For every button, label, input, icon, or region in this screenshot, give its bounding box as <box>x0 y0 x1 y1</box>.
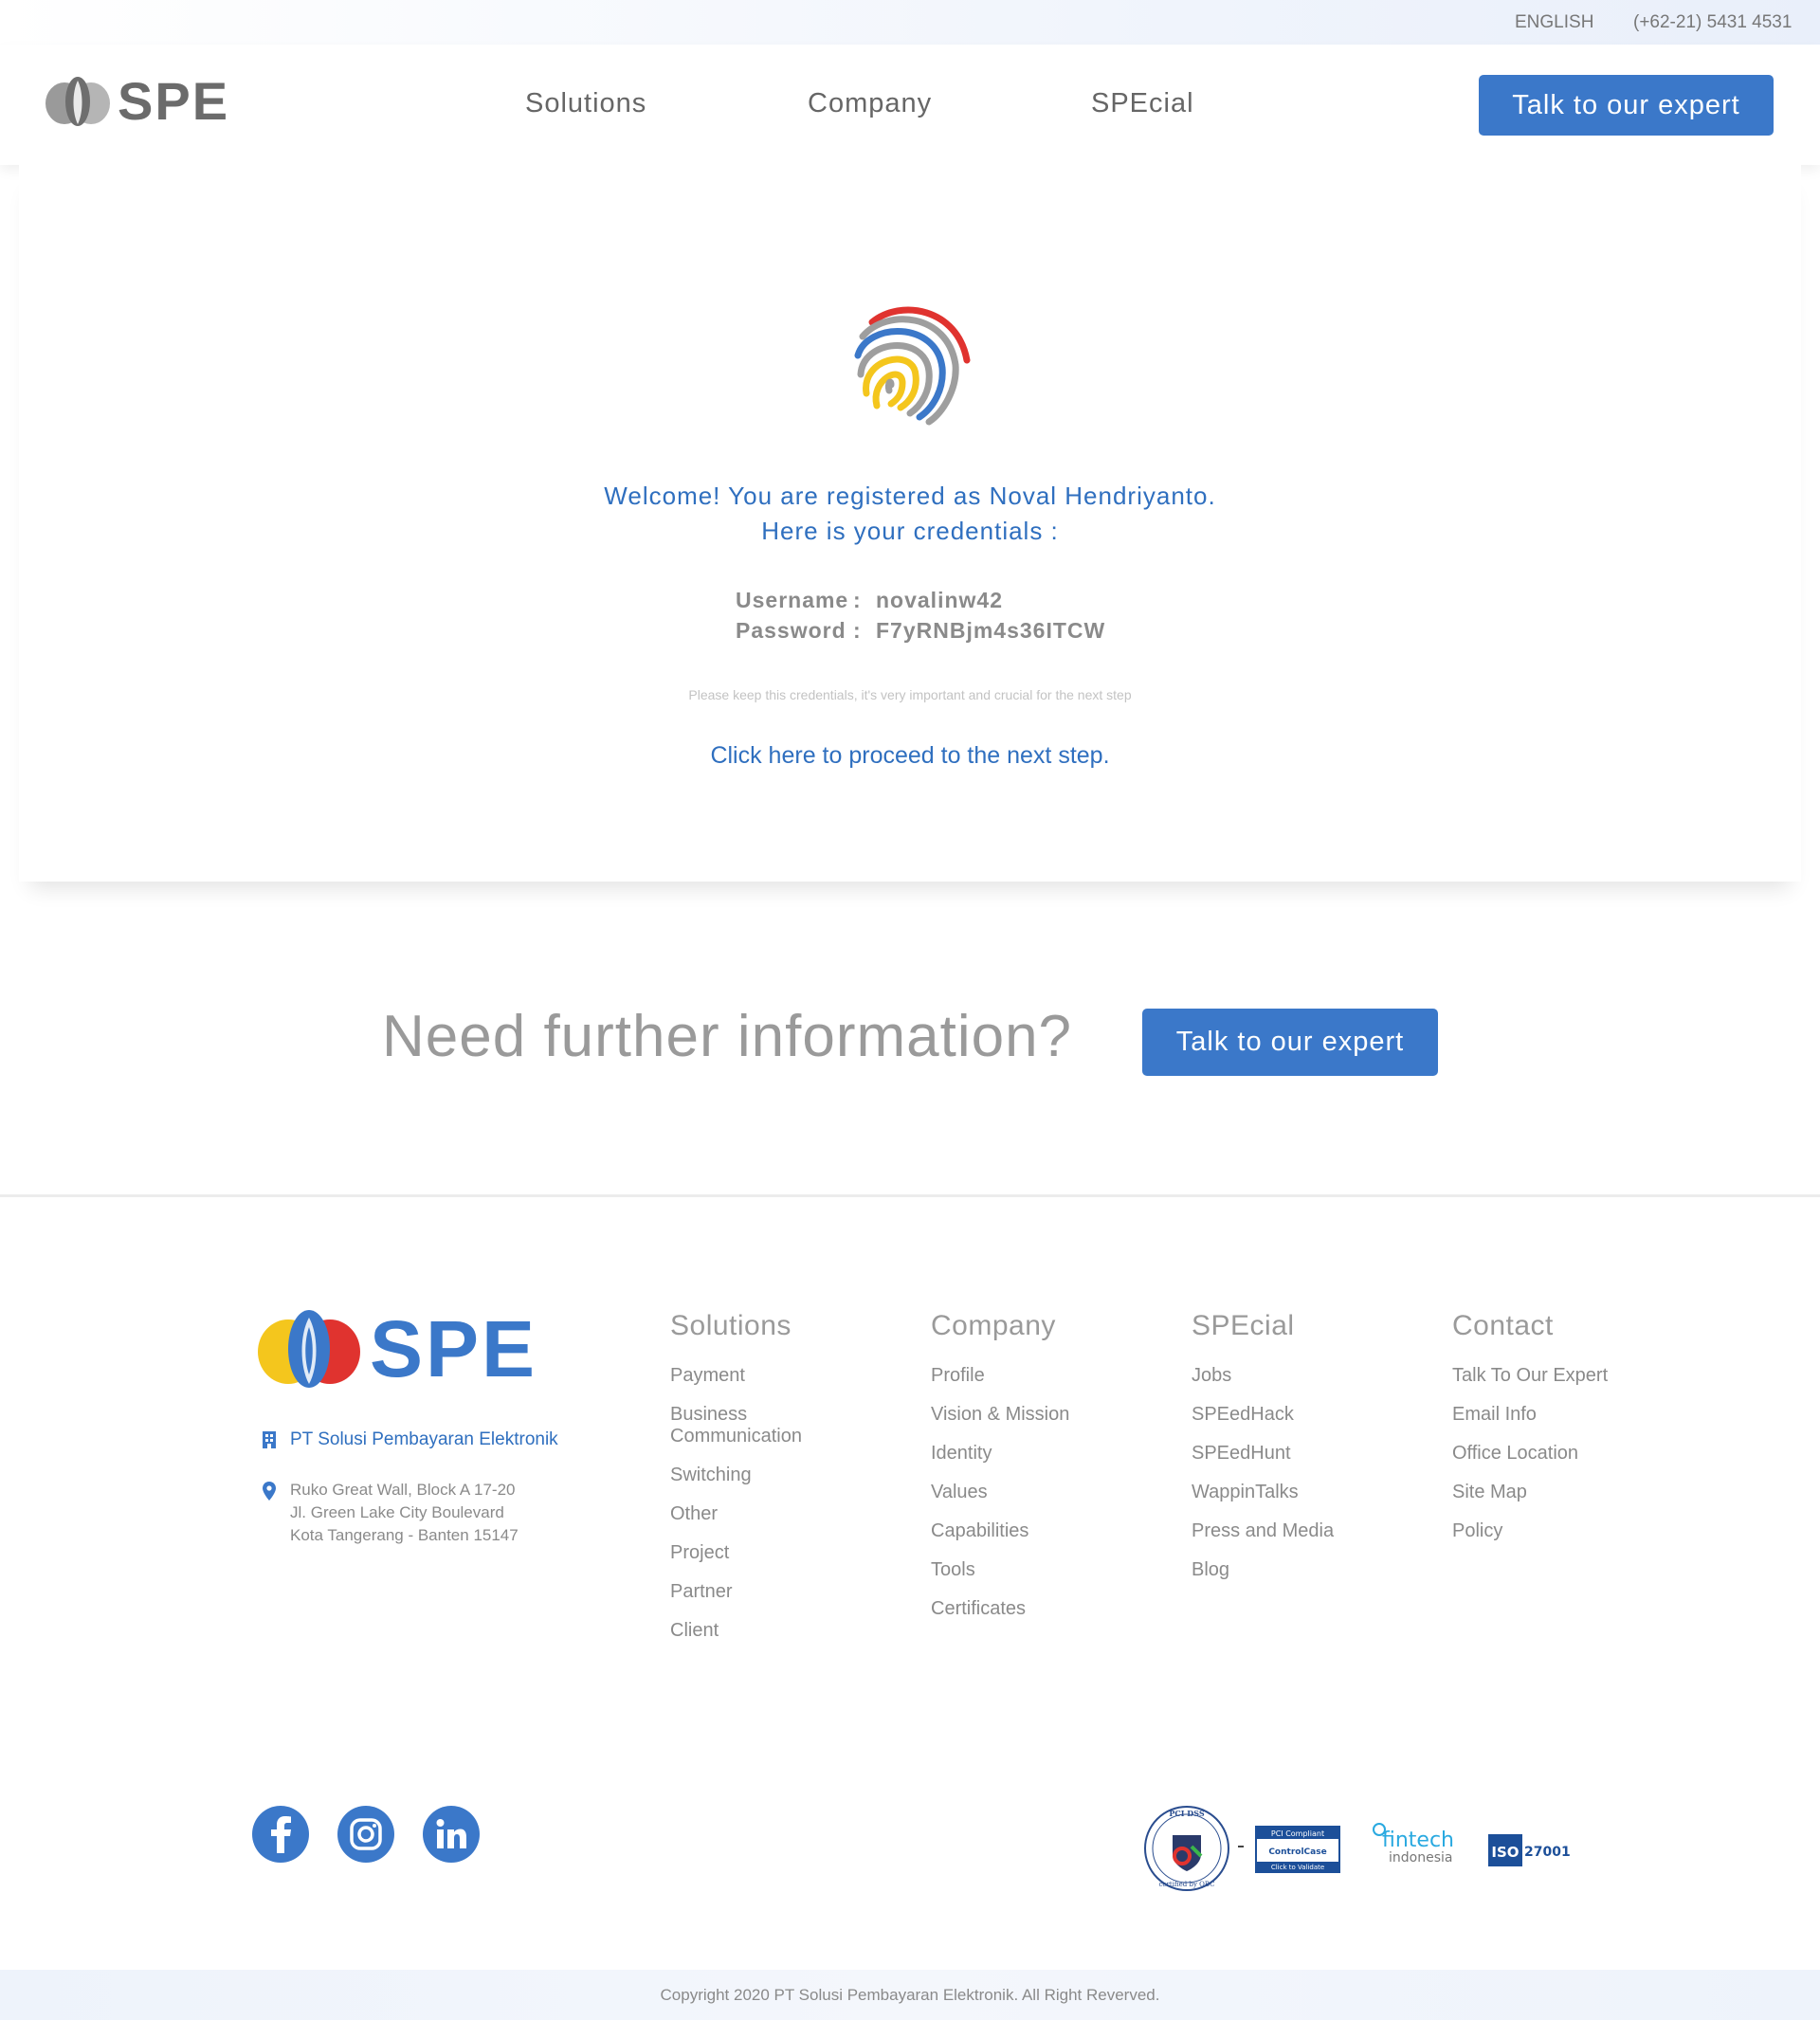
controlcase-badge[interactable]: PCI Compliant ControlCase Click to Valid… <box>1255 1826 1340 1873</box>
company-name-row: PT Solusi Pembayaran Elektronik <box>262 1429 558 1450</box>
footer-link-values[interactable]: Values <box>931 1482 1168 1503</box>
iso-27001-badge[interactable]: ISO 27001 <box>1488 1834 1571 1866</box>
credentials-heading: Here is your credentials : <box>761 517 1059 545</box>
iso-number: 27001 <box>1524 1845 1571 1860</box>
fintech-label: fintech <box>1382 1829 1454 1852</box>
footer-link-speedhunt[interactable]: SPEedHunt <box>1192 1443 1429 1465</box>
footer-link-identity[interactable]: Identity <box>931 1443 1168 1465</box>
fintech-indonesia-badge[interactable]: fintech indonesia <box>1373 1823 1454 1865</box>
fingerprint-icon <box>854 306 971 426</box>
header: SPE Solutions Company SPEcial Talk to ou… <box>0 45 1820 165</box>
footer-col-company: Company Profile Vision & Mission Identit… <box>931 1310 1168 1637</box>
username-label: Username <box>736 588 849 612</box>
footer-divider <box>0 1194 1820 1197</box>
pci-dss-label: PCI DSS <box>1169 1809 1204 1818</box>
footer-col-title: SPEcial <box>1192 1310 1295 1341</box>
cta-talk-to-expert-button[interactable]: Talk to our expert <box>1142 1009 1438 1076</box>
controlcase-bottom: Click to Validate <box>1271 1864 1324 1871</box>
footer-link-press-media[interactable]: Press and Media <box>1192 1520 1429 1542</box>
location-pin-icon <box>263 1482 276 1501</box>
footer-col-solutions: Solutions Payment Business Communication… <box>670 1310 907 1659</box>
footer-col-title: Solutions <box>670 1310 792 1341</box>
footer-link-jobs[interactable]: Jobs <box>1192 1365 1429 1387</box>
footer-link-project[interactable]: Project <box>670 1542 907 1564</box>
footer-link-vision-mission[interactable]: Vision & Mission <box>931 1404 1168 1426</box>
footer-link-tools[interactable]: Tools <box>931 1559 1168 1581</box>
copyright-bar: Copyright 2020 PT Solusi Pembayaran Elek… <box>0 1970 1820 2020</box>
facebook-icon[interactable] <box>252 1806 309 1863</box>
fintech-sub-label: indonesia <box>1389 1850 1452 1865</box>
footer-link-speedhack[interactable]: SPEedHack <box>1192 1404 1429 1426</box>
spe-logo-icon <box>46 77 110 126</box>
phone-number[interactable]: (+62-21) 5431 4531 <box>1633 12 1792 33</box>
address-line: Jl. Green Lake City Boulevard <box>290 1503 504 1521</box>
address-line: Ruko Great Wall, Block A 17-20 <box>290 1481 516 1499</box>
footer-link-payment[interactable]: Payment <box>670 1365 907 1387</box>
pci-dss-badge[interactable]: PCI DSS certified by QBC <box>1144 1806 1229 1891</box>
footer-link-business-communication[interactable]: Business Communication <box>670 1404 822 1447</box>
linkedin-glyph <box>436 1819 466 1848</box>
footer-link-certificates[interactable]: Certificates <box>931 1598 1168 1620</box>
instagram-icon[interactable] <box>337 1806 394 1863</box>
cta-heading: Need further information? <box>382 1004 1073 1069</box>
footer-link-site-map[interactable]: Site Map <box>1452 1482 1689 1503</box>
footer-link-blog[interactable]: Blog <box>1192 1559 1429 1581</box>
language-selector[interactable]: ENGLISH <box>1515 12 1593 33</box>
nav-special[interactable]: SPEcial <box>1091 88 1194 119</box>
footer-col-title: Company <box>931 1310 1056 1341</box>
proceed-next-step-link[interactable]: Click here to proceed to the next step. <box>0 742 1820 770</box>
spe-logo[interactable]: SPE <box>44 75 229 128</box>
facebook-glyph <box>271 1816 291 1853</box>
nav-solutions[interactable]: Solutions <box>525 88 646 119</box>
pci-dss-certifier: certified by QBC <box>1158 1881 1214 1888</box>
footer-link-partner[interactable]: Partner <box>670 1581 907 1603</box>
footer-col-special: SPEcial Jobs SPEedHack SPEedHunt WappinT… <box>1192 1310 1429 1598</box>
footer-link-profile[interactable]: Profile <box>931 1365 1168 1387</box>
footer-spe-logo-icon <box>258 1310 360 1388</box>
password-label: Password <box>736 618 846 643</box>
password-value: F7yRNBjm4s36ITCW <box>876 618 1106 643</box>
iso-label: ISO <box>1491 1844 1519 1861</box>
logo-wordmark: SPE <box>118 71 230 131</box>
password-separator: : <box>853 618 862 643</box>
footer-link-policy[interactable]: Policy <box>1452 1520 1689 1542</box>
company-address: Ruko Great Wall, Block A 17-20 Jl. Green… <box>262 1479 519 1547</box>
username-separator: : <box>853 588 862 612</box>
footer-logo-wordmark: SPE <box>370 1304 538 1393</box>
footer-link-client[interactable]: Client <box>670 1620 907 1642</box>
footer-col-contact: Contact Talk To Our Expert Email Info Of… <box>1452 1310 1689 1559</box>
welcome-message: Welcome! You are registered as Noval Hen… <box>604 482 1216 510</box>
footer-link-email-info[interactable]: Email Info <box>1452 1404 1689 1426</box>
certification-badges: PCI DSS certified by QBC PCI Compliant C… <box>1144 1806 1571 1891</box>
address-line: Kota Tangerang - Banten 15147 <box>290 1526 519 1544</box>
footer-link-wappintalks[interactable]: WappinTalks <box>1192 1482 1429 1503</box>
username-value: novalinw42 <box>876 588 1003 612</box>
footer-link-talk-to-expert[interactable]: Talk To Our Expert <box>1452 1365 1689 1387</box>
controlcase-mid: ControlCase <box>1268 1847 1326 1857</box>
nav-company[interactable]: Company <box>808 88 932 119</box>
instagram-glyph <box>350 1818 382 1850</box>
footer-link-capabilities[interactable]: Capabilities <box>931 1520 1168 1542</box>
company-name: PT Solusi Pembayaran Elektronik <box>290 1429 558 1449</box>
talk-to-expert-button[interactable]: Talk to our expert <box>1479 75 1774 136</box>
footer-link-other[interactable]: Other <box>670 1503 907 1525</box>
footer-link-office-location[interactable]: Office Location <box>1452 1443 1689 1465</box>
footer-spe-logo[interactable]: SPE <box>256 1308 537 1390</box>
footer-col-title: Contact <box>1452 1310 1554 1341</box>
controlcase-top: PCI Compliant <box>1271 1829 1324 1838</box>
footer-link-switching[interactable]: Switching <box>670 1465 907 1486</box>
top-bar: ENGLISH (+62-21) 5431 4531 <box>0 0 1820 45</box>
credentials-note: Please keep this credentials, it's very … <box>688 687 1132 702</box>
linkedin-icon[interactable] <box>423 1806 480 1863</box>
building-icon <box>263 1431 276 1448</box>
